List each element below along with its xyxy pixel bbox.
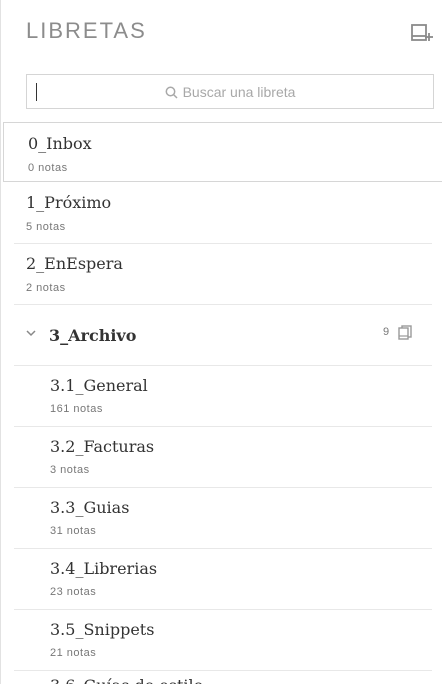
chevron-down-icon[interactable] — [25, 328, 37, 338]
notebook-count: 161 notas — [50, 403, 103, 415]
notebook-item-proximo[interactable]: 1_Próximo 5 notas — [1, 183, 442, 243]
notebook-name: 3.5_Snippets — [50, 620, 155, 639]
notebook-item-librerias[interactable]: 3.4_Librerias 23 notas — [1, 549, 442, 609]
search-icon — [165, 86, 178, 99]
notebook-count: 0 notas — [28, 162, 68, 174]
notebook-count: 2 notas — [26, 282, 66, 294]
search-placeholder: Buscar una libreta — [182, 84, 296, 100]
notebook-item-snippets[interactable]: 3.5_Snippets 21 notas — [1, 610, 442, 670]
panel-title: LIBRETAS — [26, 18, 147, 43]
new-notebook-button[interactable] — [409, 20, 435, 44]
notebook-item-facturas[interactable]: 3.2_Facturas 3 notas — [1, 427, 442, 487]
notebook-count: 3 notas — [50, 464, 90, 476]
notebook-count: 5 notas — [26, 221, 66, 233]
notebooks-panel: LIBRETAS Buscar una libreta 0_Inbox 0 no… — [0, 0, 442, 684]
notebook-count: 23 notas — [50, 586, 97, 598]
notebook-name: 3.1_General — [50, 376, 148, 395]
notebook-name: 3.4_Librerias — [50, 559, 158, 578]
stack-icon — [398, 325, 412, 340]
notebook-name: 3.3_Guias — [50, 498, 130, 517]
notebook-name: 3.6_Guías de estilo — [50, 676, 203, 684]
notebook-name: 3.2_Facturas — [50, 437, 155, 456]
search-input[interactable]: Buscar una libreta — [26, 74, 434, 109]
notebook-item-inbox[interactable]: 0_Inbox 0 notas — [3, 122, 442, 182]
notebook-item-guias[interactable]: 3.3_Guias 31 notas — [1, 488, 442, 548]
notebook-item-guias-estilo[interactable]: 3.6_Guías de estilo — [1, 671, 442, 684]
notebook-count: 21 notas — [50, 647, 97, 659]
notebook-name: 0_Inbox — [28, 134, 92, 153]
new-notebook-icon — [411, 24, 433, 41]
notebook-name: 1_Próximo — [26, 193, 112, 212]
stack-item-archivo[interactable]: 3_Archivo — [1, 305, 442, 365]
notebook-item-general[interactable]: 3.1_General 161 notas — [1, 366, 442, 426]
notebook-name: 2_EnEspera — [26, 254, 123, 273]
stack-name: 3_Archivo — [49, 326, 137, 345]
stack-count: 9 — [383, 326, 390, 338]
notebook-count: 31 notas — [50, 525, 97, 537]
notebook-item-enespera[interactable]: 2_EnEspera 2 notas — [1, 244, 442, 304]
